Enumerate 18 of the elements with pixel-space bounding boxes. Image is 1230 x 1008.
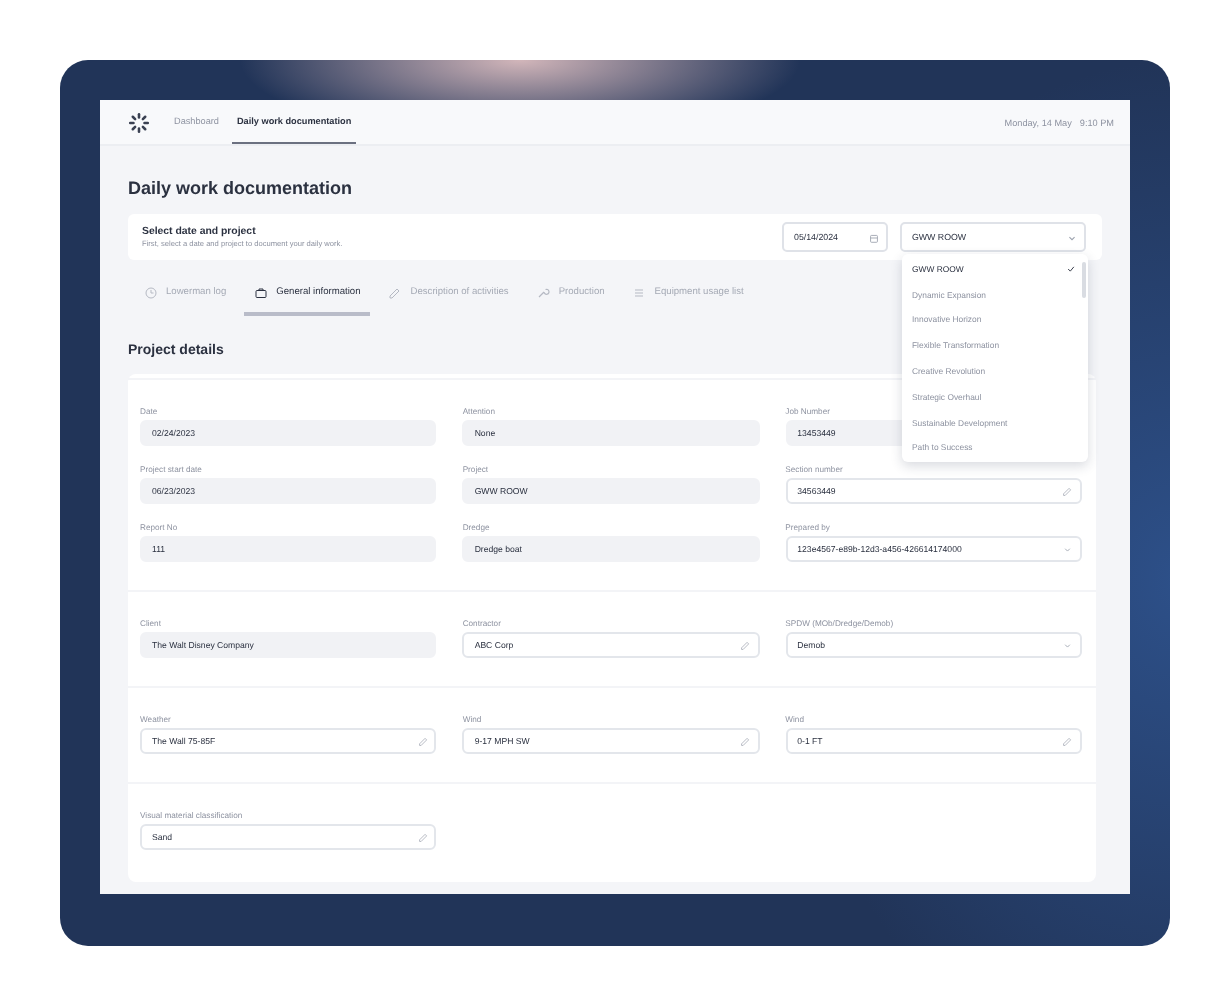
- briefcase-icon: [254, 286, 269, 300]
- clock-icon: [144, 286, 158, 300]
- pencil-icon: [1062, 735, 1074, 747]
- pencil-icon: [417, 735, 429, 747]
- pencil-icon: [740, 639, 752, 651]
- pencil-icon: [417, 831, 429, 843]
- logo-icon[interactable]: [128, 111, 150, 133]
- chevron-icon: [1066, 231, 1078, 243]
- pencil-icon: [388, 286, 403, 300]
- calendar-icon: [868, 231, 880, 243]
- pencil-icon: [1062, 485, 1074, 497]
- page-title: Daily work documentation: [128, 178, 355, 198]
- wrench-icon: [536, 286, 551, 300]
- check-icon: [1066, 263, 1076, 274]
- pencil-icon: [740, 735, 752, 747]
- list-icon: [632, 286, 647, 300]
- chevron-icon: [1062, 543, 1074, 555]
- chevron-icon: [1062, 639, 1074, 651]
